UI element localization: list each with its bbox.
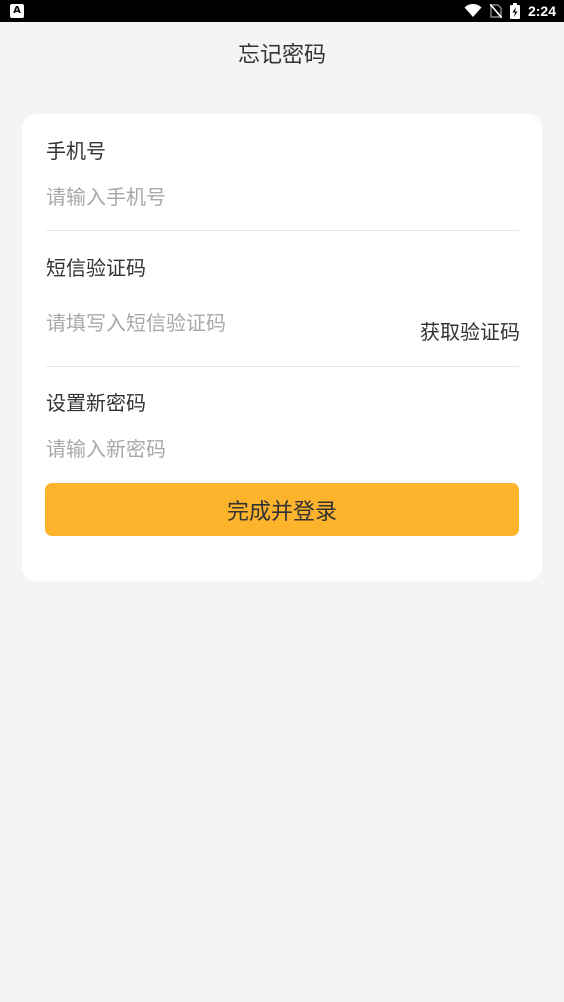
submit-button[interactable]: 完成并登录 <box>45 483 519 536</box>
battery-charging-icon <box>509 3 520 19</box>
sms-code-input[interactable] <box>46 306 386 340</box>
new-password-input[interactable] <box>46 432 386 466</box>
wifi-icon <box>464 4 482 17</box>
new-password-label: 设置新密码 <box>46 391 146 415</box>
page-title: 忘记密码 <box>237 43 326 68</box>
status-time: 2:24 <box>527 3 556 19</box>
phone-input[interactable] <box>46 180 386 214</box>
no-sim-icon <box>489 4 502 18</box>
app-notification-icon: A <box>10 4 24 18</box>
reset-password-form: 手机号 短信验证码 获取验证码 设置新密码 完成并登录 <box>22 114 542 581</box>
phone-label: 手机号 <box>46 139 106 163</box>
status-bar: A 2:24 <box>0 0 564 22</box>
phone-divider <box>46 230 519 231</box>
status-icons: 2:24 <box>464 0 556 22</box>
sms-code-divider <box>46 366 519 367</box>
get-code-button[interactable]: 获取验证码 <box>420 317 520 347</box>
sms-code-label: 短信验证码 <box>46 256 146 280</box>
